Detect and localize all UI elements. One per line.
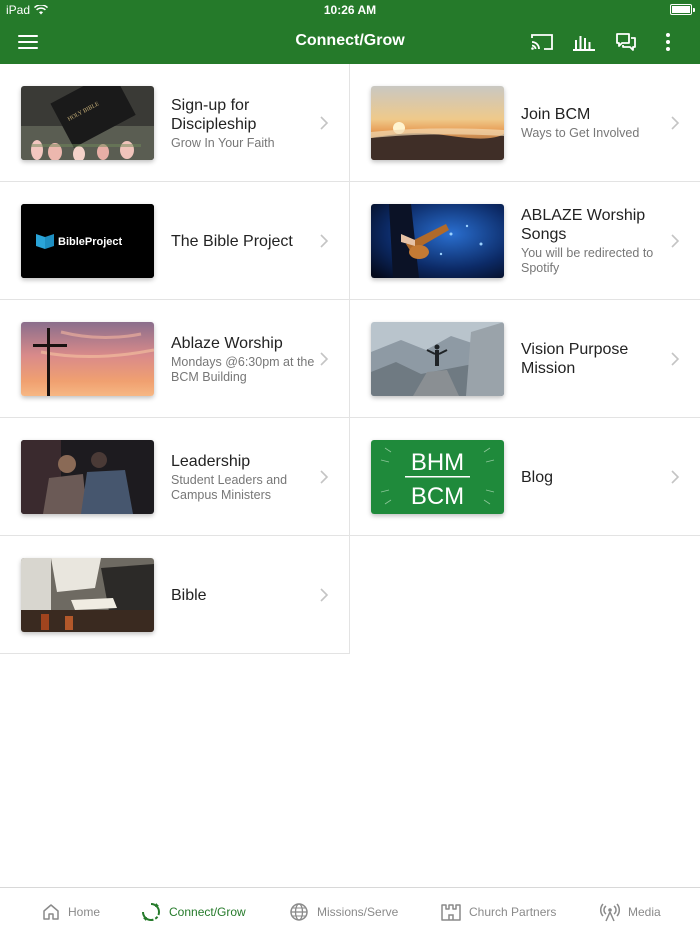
chevron-right-icon	[320, 470, 329, 484]
chevron-right-icon	[671, 116, 680, 130]
more-vertical-icon	[666, 33, 670, 51]
guitarist-concert-image	[371, 204, 504, 278]
thumbnail-image: BibleProject	[21, 204, 154, 278]
chevron-right-icon	[671, 234, 680, 248]
item-subtitle: You will be redirected to Spotify	[521, 246, 654, 275]
mountain-summit-image	[371, 322, 504, 396]
tab-missions-serve[interactable]: Missions/Serve	[289, 888, 398, 934]
tab-label: Church Partners	[469, 904, 557, 919]
item-title: Ablaze Worship	[171, 334, 283, 352]
item-title: Leadership	[171, 452, 251, 470]
item-text: The Bible Project	[171, 182, 316, 300]
tab-label: Media	[628, 904, 661, 919]
item-title: The Bible Project	[171, 232, 293, 250]
bibleproject-logo: BibleProject	[21, 204, 154, 278]
chevron-right-icon	[320, 588, 329, 602]
chevron-right-icon	[320, 116, 329, 130]
list-item-bible-project[interactable]: BibleProject The Bible Project	[0, 182, 350, 300]
tab-connect-grow[interactable]: Connect/Grow	[141, 888, 246, 934]
item-title: Bible	[171, 586, 207, 604]
item-subtitle: Mondays @6:30pm at the BCM Building	[171, 354, 315, 384]
audio-bars-icon	[573, 36, 595, 51]
app-bar-actions	[530, 30, 680, 54]
list-item-leadership[interactable]: Leadership Student Leaders and Campus Mi…	[0, 418, 350, 536]
item-title: ABLAZE Worship Songs	[521, 207, 646, 243]
more-options-button[interactable]	[656, 30, 680, 54]
thumbnail-image	[21, 322, 154, 396]
bhm-bcm-logo: BHM BCM	[371, 440, 504, 514]
item-text: Sign-up for Discipleship Grow In Your Fa…	[171, 64, 316, 182]
list-item-ablaze-worship[interactable]: Ablaze Worship Mondays @6:30pm at the BC…	[0, 300, 350, 418]
item-subtitle: Student Leaders and Campus Ministers	[171, 472, 288, 502]
svg-text:BCM: BCM	[411, 483, 464, 510]
sunrise-image	[371, 86, 504, 160]
tab-label: Home	[68, 904, 101, 919]
item-subtitle: Grow In Your Faith	[171, 135, 275, 150]
chat-button[interactable]	[614, 30, 638, 54]
chevron-right-icon	[671, 470, 680, 484]
item-subtitle: Ways to Get Involved	[521, 126, 640, 140]
broadcast-icon	[600, 903, 620, 921]
cross-sunset-image	[21, 322, 154, 396]
item-text: Join BCM Ways to Get Involved	[521, 64, 666, 182]
thumbnail-image	[371, 204, 504, 278]
svg-text:BibleProject: BibleProject	[58, 236, 123, 248]
men-praying-image	[21, 440, 154, 514]
list-item-bible[interactable]: Bible	[0, 536, 350, 654]
list-item-ablaze-worship-songs[interactable]: ABLAZE Worship Songs You will be redirec…	[350, 182, 700, 300]
item-title: Blog	[521, 468, 554, 486]
list-item-blog[interactable]: BHM BCM Blog	[350, 418, 700, 536]
svg-text:BHM: BHM	[411, 449, 464, 476]
item-text: Ablaze Worship Mondays @6:30pm at the BC…	[171, 300, 316, 418]
audio-bars-button[interactable]	[572, 30, 596, 54]
tab-media[interactable]: Media	[600, 888, 661, 934]
church-icon	[441, 903, 461, 921]
status-bar: iPad 10:26 AM	[0, 0, 700, 20]
holy-bible-image: HOLY BIBLE	[21, 86, 154, 160]
reading-bible-image	[21, 558, 154, 632]
list-item-join-bcm[interactable]: Join BCM Ways to Get Involved	[350, 64, 700, 182]
chevron-right-icon	[320, 234, 329, 248]
battery-icon	[670, 4, 695, 15]
home-icon	[43, 903, 59, 920]
item-title: Vision Purpose Mission	[521, 341, 629, 377]
cast-icon	[531, 34, 553, 50]
item-title: Sign-up for Discipleship	[171, 96, 257, 133]
status-time: 10:26 AM	[323, 3, 377, 17]
thumbnail-image	[371, 86, 504, 160]
list-item-vision-purpose-mission[interactable]: Vision Purpose Mission	[350, 300, 700, 418]
app-bar: Connect/Grow	[0, 20, 700, 64]
chevron-right-icon	[320, 352, 329, 366]
thumbnail-image: BHM BCM	[371, 440, 504, 514]
thumbnail-image	[21, 440, 154, 514]
item-text: Blog	[521, 418, 666, 536]
item-title: Join BCM	[521, 106, 591, 123]
tab-label: Connect/Grow	[169, 904, 246, 919]
cast-button[interactable]	[530, 30, 554, 54]
list-item-discipleship[interactable]: HOLY BIBLE Sign-up for Discipleship Grow…	[0, 64, 350, 182]
thumbnail-image: HOLY BIBLE	[21, 86, 154, 160]
top-bar: iPad 10:26 AM Connect/Grow	[0, 0, 700, 64]
globe-icon	[290, 902, 308, 921]
thumbnail-image	[371, 322, 504, 396]
thumbnail-image	[21, 558, 154, 632]
item-text: ABLAZE Worship Songs You will be redirec…	[521, 182, 666, 300]
tab-label: Missions/Serve	[317, 904, 399, 919]
chat-icon	[616, 33, 636, 51]
item-text: Vision Purpose Mission	[521, 300, 666, 418]
chevron-right-icon	[671, 352, 680, 366]
bottom-tab-bar: Home Connect/Grow Missions/Serve Church …	[0, 887, 700, 934]
item-text: Bible	[171, 536, 316, 654]
item-text: Leadership Student Leaders and Campus Mi…	[171, 418, 316, 536]
tab-church-partners[interactable]: Church Partners	[441, 888, 556, 934]
connect-grow-icon	[142, 902, 160, 921]
tab-home[interactable]: Home	[42, 888, 100, 934]
